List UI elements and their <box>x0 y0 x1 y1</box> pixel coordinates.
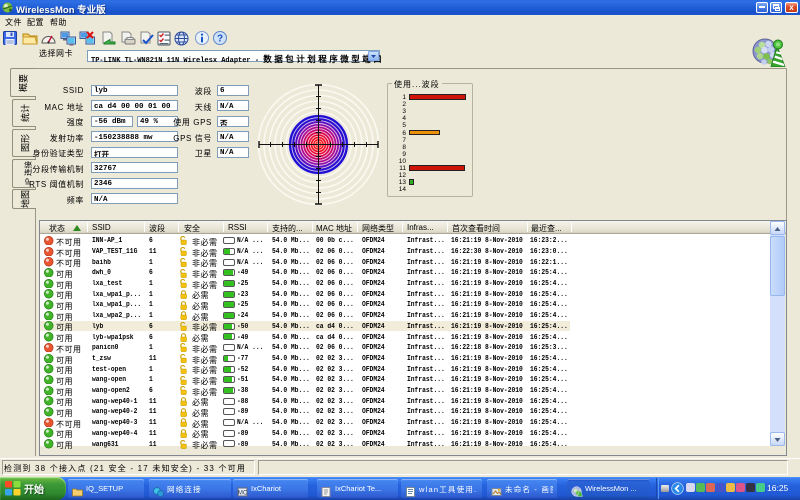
svg-text:MC: MC <box>238 490 248 496</box>
svg-text:?: ? <box>217 34 223 45</box>
